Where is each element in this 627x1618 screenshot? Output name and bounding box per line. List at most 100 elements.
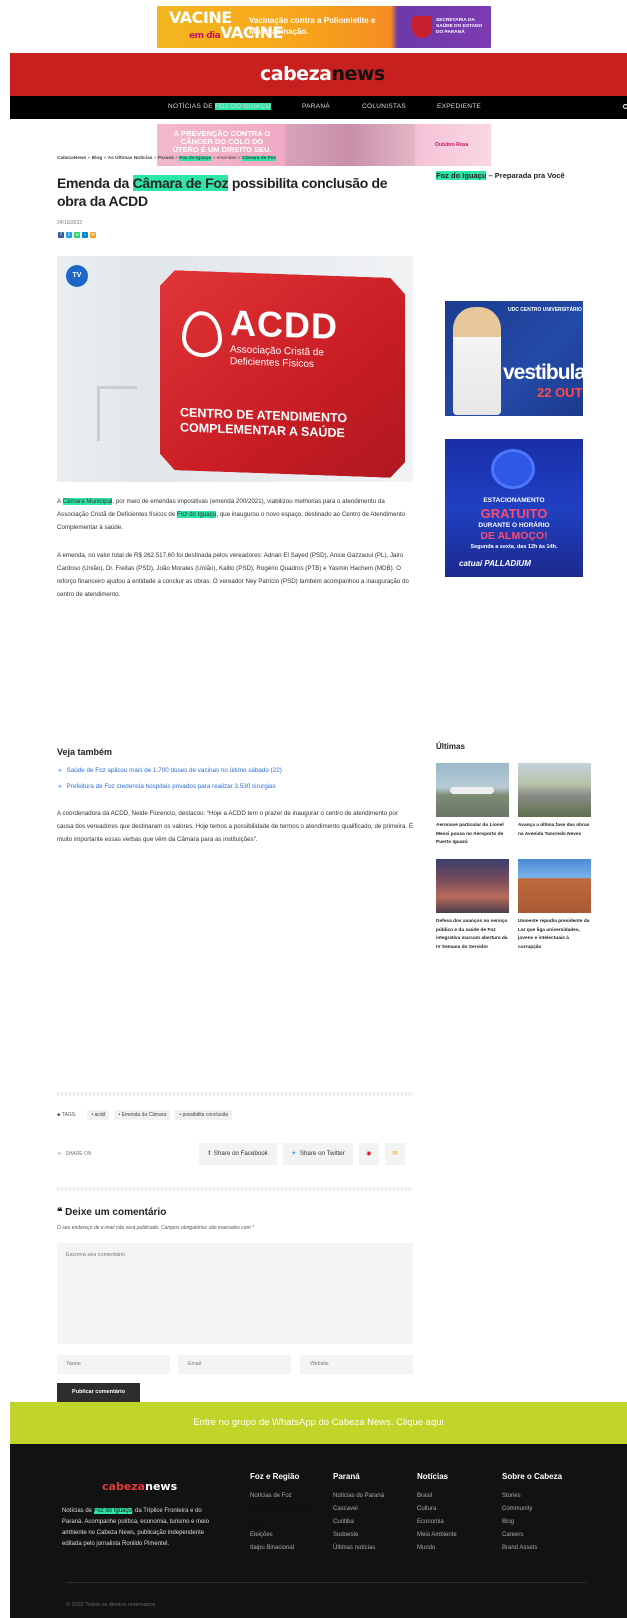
breadcrumb-blog[interactable]: Blog	[92, 156, 103, 161]
tags-row: ⬥ TAGS: • acdd • Emenda da Câmara • poss…	[57, 1110, 233, 1120]
breadcrumb-parana[interactable]: Paraná	[158, 156, 174, 161]
footer-link[interactable]: Brand Assets	[502, 1542, 562, 1555]
ad-secretaria: SECRETARIA DA SAÚDE DO ESTADO DO PARANÁ	[436, 18, 483, 35]
ad4-t1: ESTACIONAMENTO	[483, 497, 545, 504]
acdd-plaque: ACDD Associação Cristã de Deficientes Fí…	[160, 270, 405, 479]
latest-caption[interactable]: Unioeste repudia presidente da Lar que l…	[518, 918, 593, 952]
footer-link[interactable]: Itaipu Binacional	[250, 1542, 320, 1555]
ad2-brand: Outubro Rosa	[435, 142, 469, 148]
comment-note: O seu endereço de e-mail não será public…	[57, 1225, 255, 1231]
latest-thumb-road[interactable]	[518, 763, 591, 817]
article-paragraph-2: A emenda, no valor total de R$ 262.517,6…	[57, 552, 409, 598]
footer-link[interactable]: Stories	[502, 1490, 562, 1503]
twitter-icon[interactable]: t	[66, 232, 72, 238]
see-also-link[interactable]: Saúde de Foz aplicou mais de 1.700 doses…	[58, 767, 282, 774]
ad2-text: A PREVENÇÃO CONTRA O CÂNCER DO COLO DO Ú…	[172, 129, 272, 154]
ad4-t5: Segunda a sexta, das 12h às 14h.	[470, 544, 558, 550]
nav-item-expediente[interactable]: EXPEDIENTE	[437, 103, 481, 110]
plaque-acdd: ACDD	[230, 302, 338, 347]
footer-col-heading: Notícias	[417, 1472, 449, 1481]
share-bar: ⋖ SHARE ON f Share on Facebook ✦ Share o…	[57, 1142, 413, 1166]
handrail	[97, 386, 137, 441]
site-logo[interactable]: cabezanews	[260, 63, 385, 85]
name-field[interactable]: Name	[57, 1355, 170, 1374]
ad3-date: 22 OUT	[537, 385, 583, 400]
udc-vestibular-ad[interactable]: UDC CENTRO UNIVERSITÁRIO vestibular 22 O…	[445, 301, 583, 416]
footer-link[interactable]: Últimas notícias	[333, 1542, 384, 1555]
footer-logo[interactable]: cabezanews	[102, 1480, 177, 1493]
nav-item-colunistas[interactable]: COLUNISTAS	[362, 103, 406, 110]
latest-caption[interactable]: Aeronave particular do Lionel Messi pous…	[436, 822, 511, 848]
divider	[57, 1187, 413, 1191]
breadcrumb-ultimas[interactable]: As Últimas Notícias	[108, 156, 153, 161]
latest-caption[interactable]: Avança a última fase das obras na Avenid…	[518, 822, 593, 839]
heart-icon	[182, 310, 222, 357]
plaque-sub: Associação Cristã de Deficientes Físicos	[230, 344, 324, 371]
share-facebook-button[interactable]: f Share on Facebook	[199, 1143, 277, 1165]
footer-link[interactable]: Curitiba	[333, 1516, 384, 1529]
comments-icon: ❝	[57, 1207, 63, 1218]
nav-item-parana[interactable]: PARANÁ	[302, 103, 330, 110]
comment-textarea[interactable]: Escreva seu comentário	[57, 1243, 413, 1344]
see-also-link[interactable]: Prefeitura de Foz credencia hospitais pr…	[58, 783, 276, 790]
website-field[interactable]: Website	[300, 1355, 413, 1374]
footer-link[interactable]: Community	[502, 1503, 562, 1516]
latest-caption[interactable]: Defesa dos avanços no serviço público e …	[436, 918, 511, 952]
latest-thumb-crowd[interactable]	[436, 859, 509, 913]
catuai-parking-ad[interactable]: ESTACIONAMENTO GRATUITO DURANTE O HORÁRI…	[445, 439, 583, 577]
see-also-heading: Veja também	[57, 747, 113, 757]
footer-link[interactable]: Careers	[502, 1529, 562, 1542]
footer-link[interactable]: Brasil	[417, 1490, 457, 1503]
email-icon[interactable]: ✉	[385, 1143, 405, 1165]
latest-thumb-building[interactable]	[518, 859, 591, 913]
footer-divider	[66, 1582, 586, 1583]
footer-link[interactable]: Mundo	[417, 1542, 457, 1555]
copyright: © 2022 Todos os direitos reservados	[66, 1602, 156, 1608]
footer-link[interactable]: Sudoeste	[333, 1529, 384, 1542]
footer-link[interactable]: Notícias do Paraná	[333, 1490, 384, 1503]
tag-icon: ⬥ TAGS:	[57, 1112, 77, 1118]
whatsapp-icon[interactable]: w	[74, 232, 80, 238]
ad2-photo	[285, 124, 415, 166]
ad3-udc: UDC CENTRO UNIVERSITÁRIO	[508, 307, 582, 313]
breadcrumb-home[interactable]: CabezaNews	[57, 156, 86, 161]
breadcrumb-foz[interactable]: Foz do Iguaçu	[179, 156, 212, 161]
telegram-icon[interactable]: ›	[82, 232, 88, 238]
footer-link[interactable]: Notícias de Foz	[250, 1490, 320, 1503]
tag-item[interactable]: • acdd	[87, 1110, 110, 1120]
latest-thumb-plane[interactable]	[436, 763, 509, 817]
pinterest-icon[interactable]: ◉	[359, 1143, 379, 1165]
submit-comment-button[interactable]: Publicar comentário	[57, 1383, 140, 1402]
facebook-icon: f	[208, 1150, 211, 1157]
footer-link[interactable]: Economia	[417, 1516, 457, 1529]
facebook-icon[interactable]: f	[58, 232, 64, 238]
footer-link[interactable]: Eleições	[250, 1529, 320, 1542]
footer-description: Notícias de Foz do Iguaçu, da Tríplice F…	[62, 1508, 210, 1547]
car-icon	[491, 449, 535, 489]
tv-logo: TV	[66, 265, 88, 287]
ad-message: Vacinação contra a Poliomielite e Multiv…	[249, 16, 376, 36]
ad4-t6: catuaí PALLADIUM	[459, 559, 531, 568]
email-field[interactable]: Email	[178, 1355, 291, 1374]
footer-link[interactable]: Blog	[502, 1516, 562, 1529]
footer-col-heading: Sobre o Cabeza	[502, 1472, 563, 1481]
share-twitter-button[interactable]: ✦ Share on Twitter	[283, 1143, 353, 1165]
vaccination-ad-banner[interactable]: VACINE em diaVACINE Vacinação contra a Po…	[157, 6, 491, 48]
tag-item[interactable]: • Emenda da Câmara	[114, 1110, 171, 1120]
ad4-t2: GRATUITO	[480, 506, 548, 521]
main-nav: NOTÍCIAS DE FOZ DO IGUAÇU PARANÁ COLUNIS…	[10, 96, 627, 119]
footer-link[interactable]: Cultura	[417, 1503, 457, 1516]
breadcrumb-camara: Câmara de Foz	[241, 156, 276, 161]
email-icon[interactable]: ✉	[90, 232, 96, 238]
sidebar-heading: Foz do Iguaçu – Preparada pra Você	[436, 171, 565, 180]
search-icon[interactable]	[623, 104, 627, 109]
article-hero-image: TV ACDD Associação Cristã de Deficientes…	[57, 256, 413, 482]
nav-item-noticias[interactable]: NOTÍCIAS DE FOZ DO IGUAÇU	[168, 103, 271, 110]
footer-link[interactable]: Coronavírus em Foz do Iguaçu	[250, 1503, 320, 1529]
footer-link[interactable]: Cascavel	[333, 1503, 384, 1516]
site-header: cabezanews	[10, 53, 627, 96]
tag-item[interactable]: • possibilita conclusão	[175, 1110, 233, 1120]
footer-col-heading: Foz e Região	[250, 1472, 300, 1481]
footer-link[interactable]: Meio Ambiente	[417, 1529, 457, 1542]
whatsapp-banner[interactable]: Entre no grupo de WhatsApp do Cabeza New…	[10, 1402, 627, 1444]
